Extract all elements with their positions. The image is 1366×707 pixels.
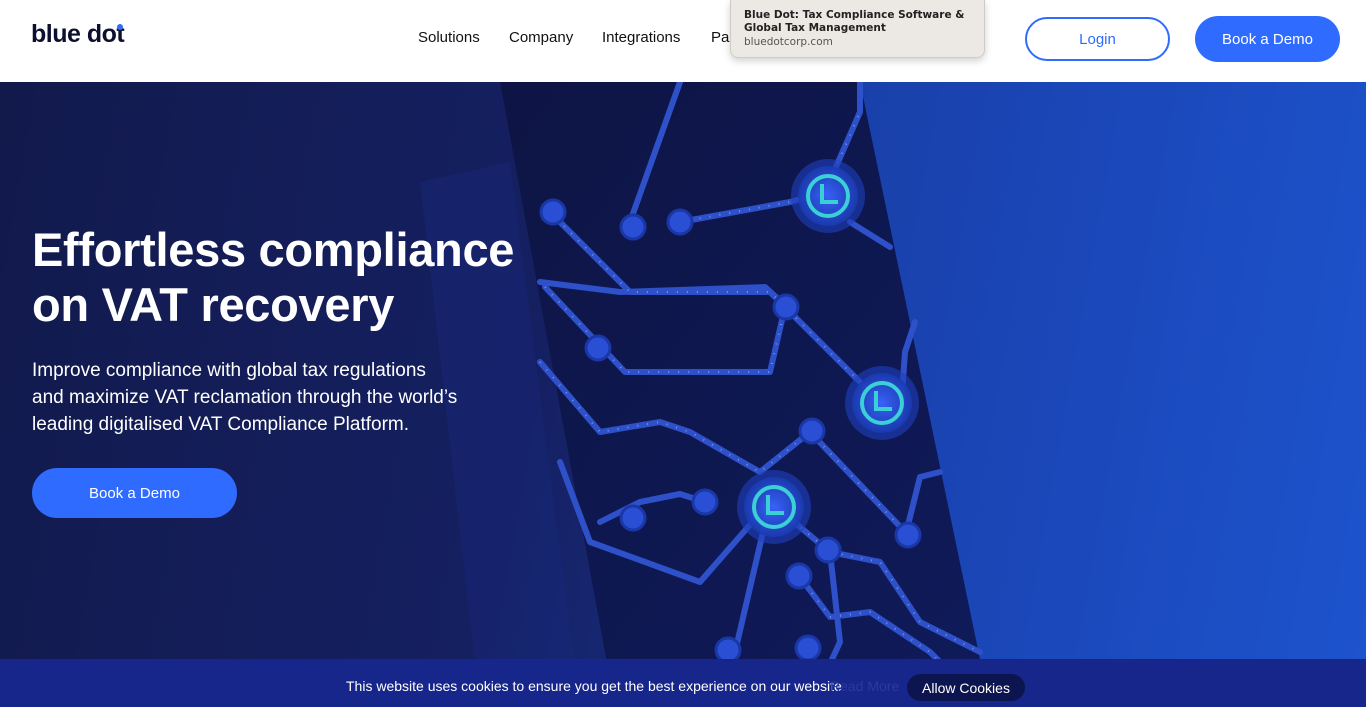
nav-solutions[interactable]: Solutions (418, 29, 480, 46)
login-button[interactable]: Login (1025, 17, 1170, 61)
clock-icon (737, 470, 811, 544)
logo-dot-icon (117, 24, 123, 30)
link-tooltip: Blue Dot: Tax Compliance Software & Glob… (730, 0, 985, 58)
hero-subtitle-line2: and maximize VAT reclamation through the… (32, 387, 458, 408)
clock-icon (845, 366, 919, 440)
hero-title: Effortless compliance on VAT recovery (32, 222, 552, 332)
cookie-read-more-link[interactable]: Read More (830, 678, 899, 694)
cookie-text: This website uses cookies to ensure you … (346, 678, 842, 694)
site-header: blue dot Solutions Company Integrations … (0, 0, 1366, 82)
logo[interactable]: blue dot (31, 20, 125, 49)
hero-subtitle: Improve compliance with global tax regul… (32, 357, 502, 438)
nav-partners[interactable]: Pa (711, 29, 729, 46)
clock-icon (791, 159, 865, 233)
tooltip-url: bluedotcorp.com (744, 36, 833, 48)
hero-title-line2: on VAT recovery (32, 278, 395, 331)
cookie-banner: This website uses cookies to ensure you … (0, 659, 1366, 707)
hero-subtitle-line3: leading digitalised VAT Compliance Platf… (32, 414, 410, 435)
hero-section: Effortless compliance on VAT recovery Im… (0, 82, 1366, 707)
book-demo-button[interactable]: Book a Demo (1195, 16, 1340, 62)
hero-book-demo-button[interactable]: Book a Demo (32, 468, 237, 518)
allow-cookies-button[interactable]: Allow Cookies (907, 674, 1025, 701)
nav-integrations[interactable]: Integrations (602, 29, 680, 46)
tooltip-title-line1: Blue Dot: Tax Compliance Software & (744, 9, 965, 21)
hero-subtitle-line1: Improve compliance with global tax regul… (32, 360, 426, 381)
tooltip-title-line2: Global Tax Management (744, 22, 886, 34)
nav-company[interactable]: Company (509, 29, 573, 46)
hero-title-line1: Effortless compliance (32, 223, 515, 276)
